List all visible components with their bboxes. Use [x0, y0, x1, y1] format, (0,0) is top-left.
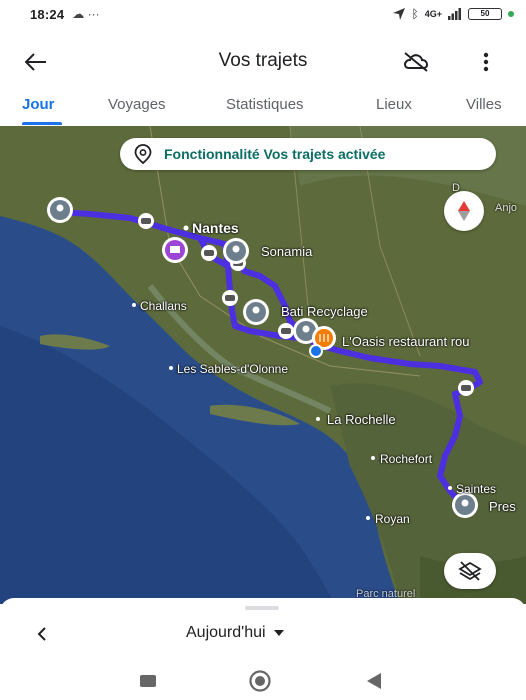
map-label-les-sables: Les Sables-d'Olonne — [177, 362, 289, 376]
map-label-pres: Pres — [489, 499, 516, 514]
status-time: 18:24 — [30, 6, 65, 22]
cloud-off-icon — [404, 52, 429, 72]
map-label-rochefort: Rochefort — [380, 452, 433, 466]
compass-button[interactable] — [444, 191, 484, 231]
map-label-anjou: Anjo — [495, 202, 518, 214]
map-label-saintes: Saintes — [456, 482, 497, 496]
system-nav-bar — [0, 662, 526, 700]
network-label: 4G+ — [424, 9, 442, 19]
square-icon — [140, 675, 156, 687]
privacy-dot — [508, 11, 514, 17]
tab-bar: Jour Voyages Statistiques Lieux Villes — [0, 88, 526, 126]
signal-icon — [448, 8, 461, 20]
date-label: Aujourd'hui — [186, 624, 266, 641]
status-right: ᛒ 4G+ 50 — [392, 7, 514, 21]
layers-toggle-button[interactable] — [444, 553, 496, 589]
home-circle-icon — [249, 670, 271, 692]
page-title: Vos trajets — [218, 50, 308, 71]
caret-down-icon — [273, 630, 284, 636]
tab-voyages[interactable]: Voyages — [108, 96, 166, 113]
chevron-left-icon — [37, 627, 46, 641]
map-view[interactable]: Fonctionnalité Vos trajets activée Nante… — [0, 126, 526, 604]
home-button[interactable] — [248, 670, 272, 692]
date-selector[interactable]: Aujourd'hui — [186, 624, 284, 642]
more-vert-icon — [483, 52, 489, 72]
triangle-back-icon — [367, 673, 381, 689]
layers-off-icon — [458, 561, 482, 581]
status-notification-icons: ☁ ··· — [72, 7, 100, 21]
location-arrow-icon — [392, 8, 405, 20]
compass-icon — [458, 201, 470, 221]
tab-statistiques[interactable]: Statistiques — [226, 96, 304, 113]
previous-day-button[interactable] — [32, 624, 52, 644]
tab-lieux[interactable]: Lieux — [376, 96, 412, 113]
feature-banner[interactable]: Fonctionnalité Vos trajets activée — [120, 138, 496, 170]
bluetooth-icon: ᛒ — [411, 7, 419, 21]
feature-banner-text: Fonctionnalité Vos trajets activée — [164, 146, 386, 162]
tab-indicator — [22, 122, 62, 125]
car-marker — [138, 213, 154, 229]
cloud-off-button[interactable] — [400, 48, 432, 76]
map-label-royan: Royan — [375, 512, 410, 526]
map-label-challans: Challans — [140, 299, 187, 313]
drag-handle[interactable] — [245, 606, 279, 610]
map-label-oasis-restaurant: L'Oasis restaurant rou — [342, 334, 470, 349]
status-bar: 18:24 ☁ ··· ᛒ 4G+ 50 — [0, 0, 526, 28]
map-label-d: D — [452, 182, 460, 194]
battery-icon: 50 — [468, 8, 502, 20]
location-pin-icon — [134, 144, 152, 164]
map-label-nantes: Nantes — [192, 220, 239, 236]
recents-button[interactable] — [136, 670, 160, 692]
app-bar: Vos trajets — [0, 38, 526, 86]
map-label-sonamia: Sonamia — [261, 244, 313, 259]
back-nav-button[interactable] — [362, 670, 386, 692]
tab-villes[interactable]: Villes — [466, 96, 502, 113]
more-options-button[interactable] — [474, 48, 498, 76]
tab-jour[interactable]: Jour — [22, 96, 55, 113]
map-label-la-rochelle: La Rochelle — [327, 412, 396, 427]
map-label-bati-recyclage: Bati Recyclage — [281, 304, 368, 319]
